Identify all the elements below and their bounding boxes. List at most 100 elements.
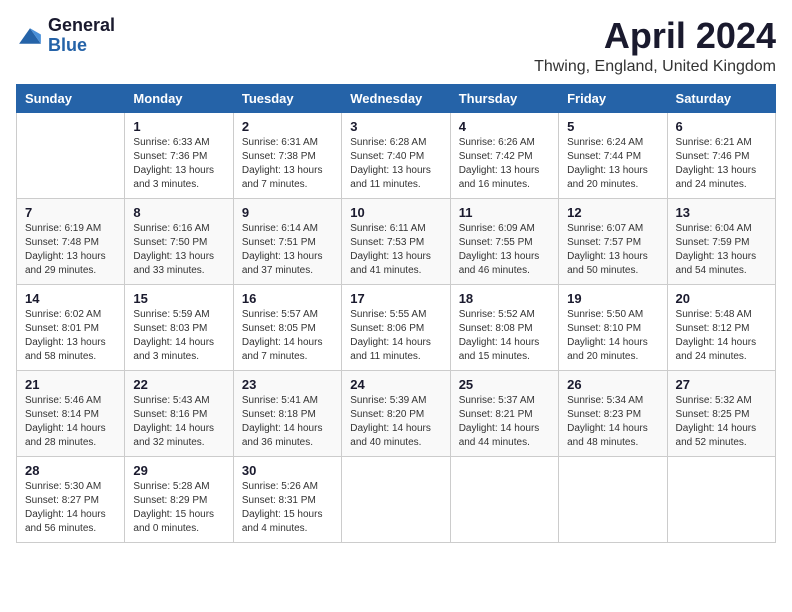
calendar-day-cell: 3 Sunrise: 6:28 AMSunset: 7:40 PMDaylight… [342,112,450,198]
day-number: 5 [567,119,658,134]
header: General Blue April 2024 Thwing, England,… [16,16,776,76]
month-title: April 2024 [534,16,776,56]
day-info: Sunrise: 6:02 AMSunset: 8:01 PMDaylight:… [25,308,116,364]
day-info: Sunrise: 5:48 AMSunset: 8:12 PMDaylight:… [676,308,767,364]
calendar-day-cell: 14 Sunrise: 6:02 AMSunset: 8:01 PMDayligh… [17,284,125,370]
calendar-day-cell: 4 Sunrise: 6:26 AMSunset: 7:42 PMDaylight… [450,112,558,198]
day-info: Sunrise: 5:26 AMSunset: 8:31 PMDaylight:… [242,480,333,536]
day-info: Sunrise: 5:34 AMSunset: 8:23 PMDaylight:… [567,394,658,450]
day-number: 29 [133,463,224,478]
calendar-day-cell: 1 Sunrise: 6:33 AMSunset: 7:36 PMDaylight… [125,112,233,198]
day-of-week-header: Saturday [667,84,775,112]
calendar-day-cell: 27 Sunrise: 5:32 AMSunset: 8:25 PMDayligh… [667,370,775,456]
day-info: Sunrise: 6:26 AMSunset: 7:42 PMDaylight:… [459,136,550,192]
calendar-day-cell: 8 Sunrise: 6:16 AMSunset: 7:50 PMDaylight… [125,198,233,284]
day-number: 11 [459,205,550,220]
day-info: Sunrise: 5:59 AMSunset: 8:03 PMDaylight:… [133,308,224,364]
days-of-week-row: SundayMondayTuesdayWednesdayThursdayFrid… [17,84,776,112]
day-info: Sunrise: 6:19 AMSunset: 7:48 PMDaylight:… [25,222,116,278]
logo-general-label: General [48,16,115,36]
day-number: 7 [25,205,116,220]
day-info: Sunrise: 5:41 AMSunset: 8:18 PMDaylight:… [242,394,333,450]
day-of-week-header: Tuesday [233,84,341,112]
day-info: Sunrise: 6:04 AMSunset: 7:59 PMDaylight:… [676,222,767,278]
calendar-day-cell: 26Sunrise: 5:34 AMSunset: 8:23 PMDayligh… [559,370,667,456]
day-info: Sunrise: 6:14 AMSunset: 7:51 PMDaylight:… [242,222,333,278]
calendar-day-cell: 18Sunrise: 5:52 AMSunset: 8:08 PMDayligh… [450,284,558,370]
calendar-day-cell [342,456,450,542]
logo-blue-label: Blue [48,36,115,56]
day-number: 13 [676,205,767,220]
calendar-day-cell: 28 Sunrise: 5:30 AMSunset: 8:27 PMDayligh… [17,456,125,542]
logo-icon [16,22,44,50]
day-number: 18 [459,291,550,306]
calendar-day-cell: 9 Sunrise: 6:14 AMSunset: 7:51 PMDaylight… [233,198,341,284]
day-number: 24 [350,377,441,392]
day-number: 3 [350,119,441,134]
calendar-day-cell: 6Sunrise: 6:21 AMSunset: 7:46 PMDaylight… [667,112,775,198]
day-number: 4 [459,119,550,134]
calendar-day-cell [559,456,667,542]
day-info: Sunrise: 5:32 AMSunset: 8:25 PMDaylight:… [676,394,767,450]
day-info: Sunrise: 5:39 AMSunset: 8:20 PMDaylight:… [350,394,441,450]
day-of-week-header: Sunday [17,84,125,112]
day-number: 21 [25,377,116,392]
calendar-day-cell: 21Sunrise: 5:46 AMSunset: 8:14 PMDayligh… [17,370,125,456]
day-number: 6 [676,119,767,134]
day-number: 8 [133,205,224,220]
calendar-week-row: 7 Sunrise: 6:19 AMSunset: 7:48 PMDaylight… [17,198,776,284]
day-of-week-header: Friday [559,84,667,112]
day-info: Sunrise: 6:11 AMSunset: 7:53 PMDaylight:… [350,222,441,278]
location-title: Thwing, England, United Kingdom [534,58,776,76]
calendar-day-cell [17,112,125,198]
calendar-day-cell: 11 Sunrise: 6:09 AMSunset: 7:55 PMDayligh… [450,198,558,284]
calendar-day-cell: 17Sunrise: 5:55 AMSunset: 8:06 PMDayligh… [342,284,450,370]
calendar-day-cell: 25Sunrise: 5:37 AMSunset: 8:21 PMDayligh… [450,370,558,456]
day-info: Sunrise: 6:24 AMSunset: 7:44 PMDaylight:… [567,136,658,192]
calendar-day-cell: 30 Sunrise: 5:26 AMSunset: 8:31 PMDayligh… [233,456,341,542]
day-info: Sunrise: 6:33 AMSunset: 7:36 PMDaylight:… [133,136,224,192]
calendar-day-cell: 22 Sunrise: 5:43 AMSunset: 8:16 PMDayligh… [125,370,233,456]
day-number: 17 [350,291,441,306]
calendar-day-cell [667,456,775,542]
day-of-week-header: Monday [125,84,233,112]
calendar-header: SundayMondayTuesdayWednesdayThursdayFrid… [17,84,776,112]
day-info: Sunrise: 6:16 AMSunset: 7:50 PMDaylight:… [133,222,224,278]
day-number: 22 [133,377,224,392]
day-info: Sunrise: 6:28 AMSunset: 7:40 PMDaylight:… [350,136,441,192]
calendar-day-cell: 29Sunrise: 5:28 AMSunset: 8:29 PMDayligh… [125,456,233,542]
calendar-day-cell: 23 Sunrise: 5:41 AMSunset: 8:18 PMDayligh… [233,370,341,456]
day-info: Sunrise: 5:50 AMSunset: 8:10 PMDaylight:… [567,308,658,364]
day-info: Sunrise: 6:07 AMSunset: 7:57 PMDaylight:… [567,222,658,278]
day-number: 23 [242,377,333,392]
calendar-day-cell: 15Sunrise: 5:59 AMSunset: 8:03 PMDayligh… [125,284,233,370]
calendar-week-row: 21Sunrise: 5:46 AMSunset: 8:14 PMDayligh… [17,370,776,456]
calendar-day-cell [450,456,558,542]
day-number: 9 [242,205,333,220]
day-number: 1 [133,119,224,134]
day-info: Sunrise: 6:31 AMSunset: 7:38 PMDaylight:… [242,136,333,192]
day-info: Sunrise: 5:43 AMSunset: 8:16 PMDaylight:… [133,394,224,450]
day-info: Sunrise: 5:30 AMSunset: 8:27 PMDaylight:… [25,480,116,536]
day-of-week-header: Thursday [450,84,558,112]
calendar-day-cell: 19 Sunrise: 5:50 AMSunset: 8:10 PMDayligh… [559,284,667,370]
day-info: Sunrise: 6:09 AMSunset: 7:55 PMDaylight:… [459,222,550,278]
day-number: 30 [242,463,333,478]
day-of-week-header: Wednesday [342,84,450,112]
calendar-day-cell: 16Sunrise: 5:57 AMSunset: 8:05 PMDayligh… [233,284,341,370]
day-number: 27 [676,377,767,392]
day-number: 2 [242,119,333,134]
calendar-day-cell: 12 Sunrise: 6:07 AMSunset: 7:57 PMDayligh… [559,198,667,284]
calendar-day-cell: 2 Sunrise: 6:31 AMSunset: 7:38 PMDaylight… [233,112,341,198]
calendar-day-cell: 24 Sunrise: 5:39 AMSunset: 8:20 PMDayligh… [342,370,450,456]
calendar-day-cell: 7 Sunrise: 6:19 AMSunset: 7:48 PMDaylight… [17,198,125,284]
calendar-body: 1 Sunrise: 6:33 AMSunset: 7:36 PMDaylight… [17,112,776,542]
calendar-week-row: 14 Sunrise: 6:02 AMSunset: 8:01 PMDayligh… [17,284,776,370]
day-number: 12 [567,205,658,220]
day-number: 19 [567,291,658,306]
day-number: 25 [459,377,550,392]
day-number: 28 [25,463,116,478]
title-area: April 2024 Thwing, England, United Kingd… [534,16,776,76]
day-number: 14 [25,291,116,306]
calendar-week-row: 1 Sunrise: 6:33 AMSunset: 7:36 PMDaylight… [17,112,776,198]
